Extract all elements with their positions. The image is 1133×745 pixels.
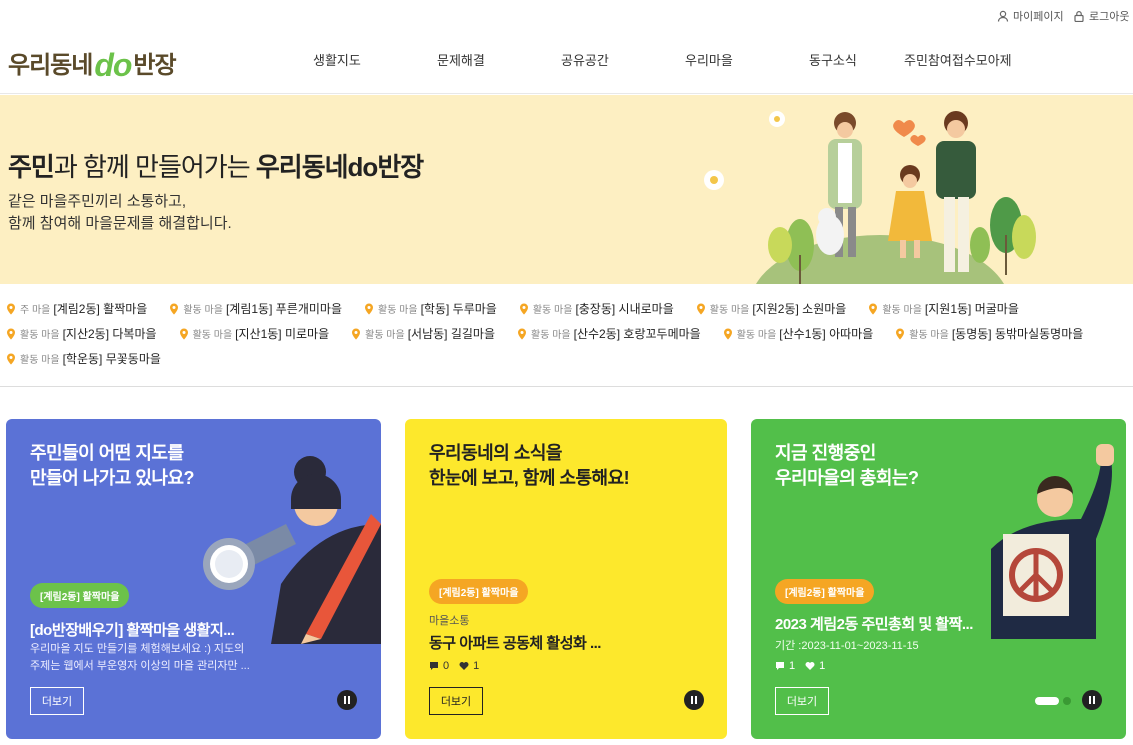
pause-icon	[690, 696, 698, 704]
village-item[interactable]: 활동 마을 [학운동] 무꽃동마을	[6, 350, 161, 367]
card-title: 주민들이 어떤 지도를 만들어 나가고 있나요?	[30, 443, 195, 488]
post-category: 마을소통	[429, 615, 470, 627]
pause-button[interactable]	[684, 690, 704, 710]
village-tag: [계림2동] 활짝마을	[30, 583, 130, 608]
mypage-link[interactable]: 마이페이지	[997, 8, 1064, 24]
nav-resident-participation[interactable]: 주민참여접수모아제	[904, 50, 1012, 69]
village-row: 활동 마을 [지산2동] 다복마을 활동 마을 [지산1동] 미로마을 활동 마을[…	[6, 321, 1126, 346]
nav-shared-space[interactable]: 공유공간	[561, 50, 609, 69]
village-tag: [계림2동] 활짝마을	[429, 579, 529, 604]
slide-indicator[interactable]	[1063, 697, 1071, 705]
more-button[interactable]: 더보기	[775, 687, 829, 715]
village-item[interactable]: 활동 마을 [지산2동] 다복마을	[6, 325, 157, 342]
user-icon	[997, 10, 1009, 22]
pause-icon	[343, 696, 351, 704]
post-stats: 0 1	[429, 660, 479, 672]
slide-indicator-active[interactable]	[1035, 697, 1059, 705]
village-list: 주 마을 [계림2동] 활짝마을 활동 마을 [계림1동] 푸른개미마을 활동 마을…	[6, 296, 1126, 371]
pause-button[interactable]	[1082, 690, 1102, 710]
village-item[interactable]: 활동 마을 [산수1동] 아따마을	[723, 325, 873, 342]
lock-icon	[1074, 11, 1084, 22]
more-button[interactable]: 더보기	[429, 687, 483, 715]
village-tag: [계림2동] 활짝마을	[775, 579, 875, 604]
card-title: 지금 진행중인 우리마을의 총회는?	[775, 443, 919, 488]
location-pin-icon	[518, 328, 527, 339]
location-pin-icon	[723, 328, 732, 339]
pause-icon	[1088, 696, 1096, 704]
map-card: 주민들이 어떤 지도를 만들어 나가고 있나요? [계림2동] 활짝마을 [do반…	[6, 419, 381, 739]
village-item[interactable]: 주 마을 [계림2동] 활짝마을	[6, 300, 147, 317]
nav-living-map[interactable]: 생활지도	[313, 50, 361, 69]
village-item[interactable]: 활동 마을 [충장동] 시내로마을	[519, 300, 674, 317]
location-pin-icon	[519, 303, 528, 314]
voter-illustration	[991, 444, 1114, 639]
site-logo[interactable]: 우리동네 do 반장	[8, 44, 177, 81]
main-header: 우리동네 do 반장 생활지도 문제해결 공유공간 우리마을 동구소식 주민참여…	[0, 30, 1133, 94]
card-post-title[interactable]: 동구 아파트 공동체 활성화 ...	[429, 632, 601, 653]
village-item[interactable]: 활동 마을 [산수2동] 호랑꼬두메마을	[517, 325, 701, 342]
location-pin-icon	[179, 328, 188, 339]
location-pin-icon	[869, 303, 878, 314]
location-pin-icon	[352, 328, 361, 339]
heart-icon	[459, 662, 469, 670]
village-item[interactable]: 활동 마을 [계림1동] 푸른개미마을	[169, 300, 342, 317]
village-row: 활동 마을 [학운동] 무꽃동마을	[6, 346, 1126, 371]
mypage-label: 마이페이지	[1013, 11, 1064, 23]
village-item[interactable]: 활동 마을 [동명동] 동밖마실동명마을	[895, 325, 1083, 342]
location-pin-icon	[365, 303, 373, 314]
location-pin-icon	[696, 303, 705, 314]
location-pin-icon	[896, 328, 905, 339]
post-stats: 1 1	[775, 660, 825, 672]
nav-problem-solving[interactable]: 문제해결	[437, 50, 485, 69]
assembly-card: 지금 진행중인 우리마을의 총회는? [계림2동] 활짝마을 2023 계림2동 …	[751, 419, 1126, 739]
nav-donggu-news[interactable]: 동구소식	[809, 50, 857, 69]
location-pin-icon	[7, 328, 15, 339]
section-divider	[0, 386, 1133, 387]
village-item[interactable]: 활동 마을 [지원2동] 소원마을	[696, 300, 846, 317]
hero-subtitle: 같은 마을주민끼리 소통하고, 함께 참여해 마을문제를 해결합니다.	[8, 193, 232, 232]
location-pin-icon	[7, 303, 15, 314]
village-item[interactable]: 활동 마을 [지원1동] 머굴마을	[868, 300, 1019, 317]
card-post-title[interactable]: 2023 계림2동 주민총회 및 활짝...	[775, 613, 973, 634]
village-item[interactable]: 활동 마을 [학동] 두루마을	[364, 300, 497, 317]
comment-icon	[430, 662, 438, 670]
logout-link[interactable]: 로그아웃	[1073, 8, 1129, 24]
village-item[interactable]: 활동 마을 [지산1동] 미로마을	[179, 325, 329, 342]
news-card: 우리동네의 소식을 한눈에 보고, 함께 소통해요! [계림2동] 활짝마을 마을…	[405, 419, 727, 739]
comment-icon	[776, 662, 784, 670]
nav-our-village[interactable]: 우리마을	[685, 50, 733, 69]
location-pin-icon	[7, 353, 15, 364]
card-description: 우리마을 지도 만들기를 체험해보세요 :) 지도의 주제는 웹에서 부운영자 이…	[30, 643, 250, 672]
location-pin-icon	[170, 303, 179, 314]
heart-icon	[805, 662, 815, 670]
card-post-title[interactable]: [do반장배우기] 활짝마을 생활지...	[30, 619, 235, 640]
period: 기간 :2023-11-01~2023-11-15	[775, 640, 919, 652]
pause-button[interactable]	[337, 690, 357, 710]
hero-title: 주민과 함께 만들어가는 우리동네do반장	[8, 152, 424, 182]
telescope-illustration	[203, 456, 381, 644]
hero-banner: 주민과 함께 만들어가는 우리동네do반장 같은 마을주민끼리 소통하고, 함께…	[0, 95, 1133, 284]
more-button[interactable]: 더보기	[30, 687, 84, 715]
village-row: 주 마을 [계림2동] 활짝마을 활동 마을 [계림1동] 푸른개미마을 활동 마을…	[6, 296, 1126, 321]
utility-bar: 마이페이지 로그아웃	[0, 0, 1133, 30]
logout-label: 로그아웃	[1089, 11, 1130, 23]
family-illustration	[704, 111, 1036, 284]
card-title: 우리동네의 소식을 한눈에 보고, 함께 소통해요!	[429, 443, 630, 488]
village-item[interactable]: 활동 마을 [서남동] 길길마을	[351, 325, 495, 342]
